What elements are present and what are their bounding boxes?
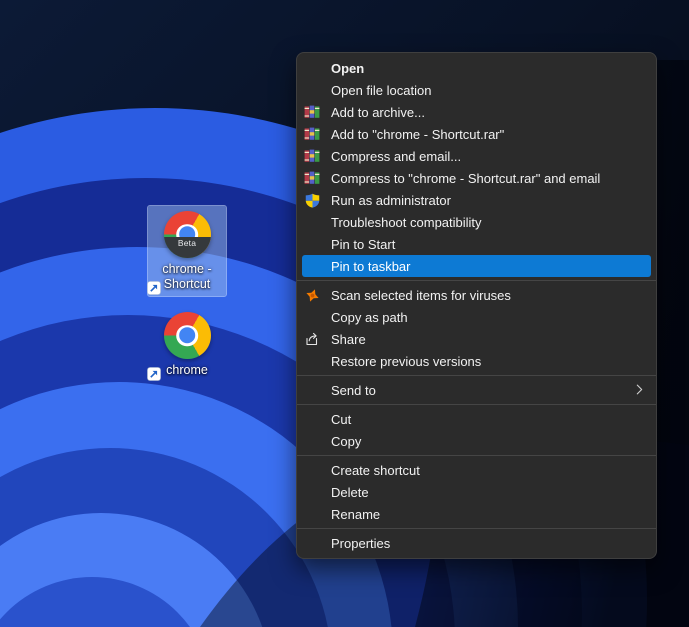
menu-item-cut[interactable]: Cut: [297, 408, 656, 430]
chrome-logo-icon: [163, 312, 211, 359]
winrar-icon: [304, 104, 320, 120]
icon-label: chrome - Shortcut: [162, 262, 211, 292]
menu-item-label: Share: [331, 331, 366, 347]
menu-item-label: Pin to taskbar: [331, 258, 411, 274]
share-icon: [304, 331, 320, 347]
chrome-beta-logo-icon: Beta: [163, 211, 211, 258]
menu-item-label: Open file location: [331, 82, 432, 98]
menu-item-label: Compress to "chrome - Shortcut.rar" and …: [331, 170, 601, 186]
submenu-arrow-icon: [636, 384, 643, 395]
avast-icon: [304, 287, 320, 303]
uac-shield-icon: [304, 192, 320, 208]
beta-badge: Beta: [163, 236, 211, 258]
icon-label-line1: chrome -: [162, 262, 212, 276]
menu-item-open-file-location[interactable]: Open file location: [297, 79, 656, 101]
menu-item-delete[interactable]: Delete: [297, 481, 656, 503]
menu-item-open[interactable]: Open: [297, 57, 656, 79]
menu-item-label: Delete: [331, 484, 369, 500]
menu-item-label: Cut: [331, 411, 352, 427]
menu-separator: [297, 455, 656, 456]
menu-item-label: Run as administrator: [331, 192, 451, 208]
menu-separator: [297, 375, 656, 376]
menu-item-copy[interactable]: Copy: [297, 430, 656, 452]
menu-item-label: Troubleshoot compatibility: [331, 214, 482, 230]
menu-item-create-shortcut[interactable]: Create shortcut: [297, 459, 656, 481]
icon-label-line1: chrome: [166, 363, 208, 377]
shortcut-arrow-icon: [147, 367, 161, 381]
menu-item-label: Copy as path: [331, 309, 408, 325]
desktop-icon-chrome[interactable]: chrome: [147, 307, 226, 382]
context-menu: Open Open file location Add to archive..…: [296, 52, 657, 559]
beta-badge-label: Beta: [177, 237, 197, 248]
menu-item-run-as-administrator[interactable]: Run as administrator: [297, 189, 656, 211]
menu-item-label: Copy: [331, 433, 362, 449]
menu-item-label: Scan selected items for viruses: [331, 287, 511, 303]
menu-item-add-to-archive[interactable]: Add to archive...: [297, 101, 656, 123]
icon-label-line2: Shortcut: [163, 277, 211, 291]
menu-item-label: Create shortcut: [331, 462, 420, 478]
menu-item-compress-and-email[interactable]: Compress and email...: [297, 145, 656, 167]
icon-label: chrome: [166, 363, 208, 378]
menu-item-label: Add to "chrome - Shortcut.rar": [331, 126, 505, 142]
shortcut-arrow-icon: [147, 281, 161, 295]
winrar-icon: [304, 170, 320, 186]
menu-item-share[interactable]: Share: [297, 328, 656, 350]
winrar-icon: [304, 148, 320, 164]
menu-item-label: Properties: [331, 535, 391, 551]
menu-item-properties[interactable]: Properties: [297, 532, 656, 554]
menu-item-label: Compress and email...: [331, 148, 462, 164]
menu-item-copy-as-path[interactable]: Copy as path: [297, 306, 656, 328]
menu-item-add-to-named-rar[interactable]: Add to "chrome - Shortcut.rar": [297, 123, 656, 145]
menu-item-restore-previous-versions[interactable]: Restore previous versions: [297, 350, 656, 372]
menu-item-pin-to-taskbar[interactable]: Pin to taskbar: [302, 255, 651, 277]
menu-item-label: Rename: [331, 506, 381, 522]
chrome-logo-ring: [176, 324, 198, 347]
menu-separator: [297, 404, 656, 405]
menu-separator: [297, 280, 656, 281]
menu-item-label: Add to archive...: [331, 104, 425, 120]
chrome-logo-center: [179, 327, 195, 344]
menu-item-compress-to-named-rar-and-email[interactable]: Compress to "chrome - Shortcut.rar" and …: [297, 167, 656, 189]
menu-item-label: Open: [331, 60, 365, 76]
menu-item-troubleshoot-compatibility[interactable]: Troubleshoot compatibility: [297, 211, 656, 233]
menu-item-send-to[interactable]: Send to: [297, 379, 656, 401]
menu-item-rename[interactable]: Rename: [297, 503, 656, 525]
menu-item-label: Restore previous versions: [331, 353, 482, 369]
winrar-icon: [304, 126, 320, 142]
menu-item-scan-for-viruses[interactable]: Scan selected items for viruses: [297, 284, 656, 306]
menu-item-label: Pin to Start: [331, 236, 396, 252]
menu-item-pin-to-start[interactable]: Pin to Start: [297, 233, 656, 255]
menu-separator: [297, 528, 656, 529]
desktop-icon-chrome-shortcut[interactable]: Beta chrome - Shortcut: [147, 205, 227, 297]
menu-item-label: Send to: [331, 382, 376, 398]
